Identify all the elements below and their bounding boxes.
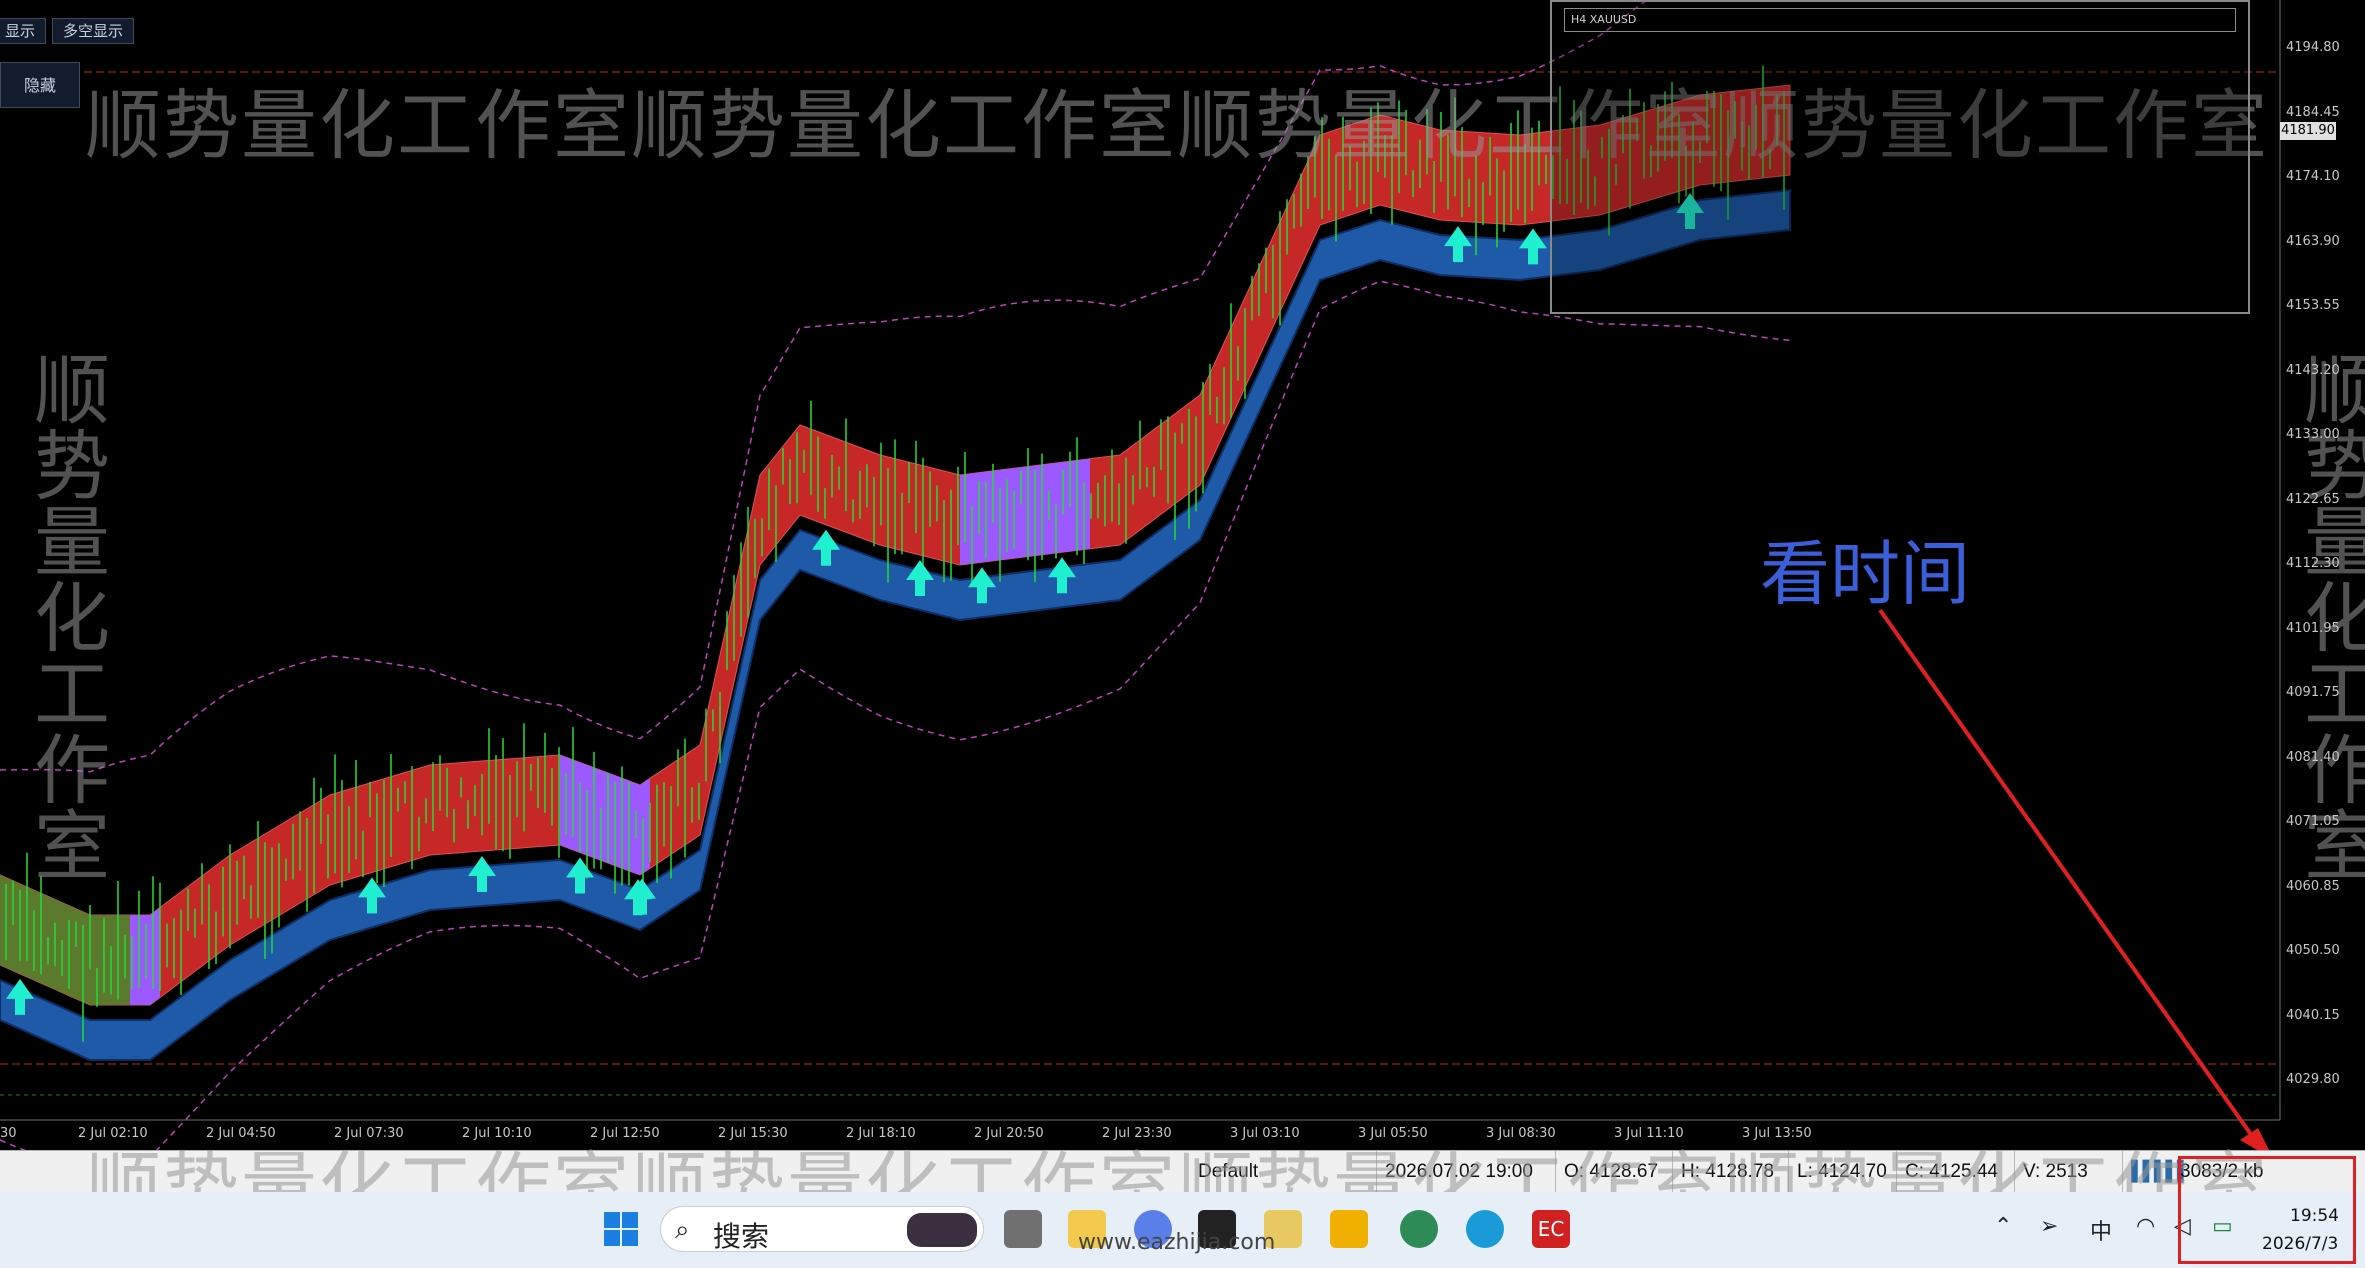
volume: V: 2513 (2014, 1151, 2124, 1193)
search-label: 搜索 (713, 1220, 770, 1253)
time-tick-label: 3 Jul 03:10 (1230, 1126, 1300, 1141)
profile-name: Default (1198, 1161, 1259, 1182)
search-highlight-image (907, 1213, 977, 1247)
send-icon[interactable]: ➢ (2040, 1214, 2058, 1239)
price-tick-label: 4133.00 (2286, 427, 2340, 442)
time-tick-label: 2 Jul 12:50 (590, 1126, 660, 1141)
price-tick-label: 4060.85 (2286, 878, 2340, 894)
input-method-indicator[interactable]: 中 (2090, 1214, 2112, 1246)
price-tick-label: 4122.65 (2286, 491, 2340, 507)
annotation-arrow-line (1878, 608, 2264, 1150)
price-tick-label: 4071.05 (2286, 814, 2340, 829)
upper-envelope (0, 0, 1648, 773)
connection-status-icon: ▌▌▌▌▌ (2122, 1151, 2190, 1193)
traffic-indicator: 3083/2 kb (2180, 1161, 2264, 1182)
time-tick-label: 2 Jul 23:30 (1102, 1126, 1172, 1141)
low-price: L: 4124.70 (1788, 1151, 1898, 1193)
price-tick-label: 4040.15 (2286, 1007, 2340, 1023)
price-tick-label: 4153.55 (2286, 298, 2340, 313)
wifi-icon[interactable]: ◠ (2136, 1214, 2155, 1239)
time-tick-label: 2 Jul 04:50 (206, 1126, 276, 1141)
edge-icon[interactable] (1466, 1210, 1504, 1248)
display-button[interactable]: 显示 (0, 18, 47, 44)
time-tick-label: 30 (0, 1126, 17, 1141)
time-tick-label: 2 Jul 02:10 (78, 1126, 148, 1141)
annotation-arrow-head (2240, 1128, 2269, 1150)
price-tick-label: 4163.90 (2286, 233, 2340, 249)
time-tick-label: 3 Jul 08:30 (1486, 1126, 1556, 1141)
volume-icon[interactable]: ◁ (2174, 1214, 2191, 1239)
price-tick-label: 4194.80 (2286, 40, 2340, 55)
buy-band-segment (130, 907, 160, 1005)
time-tick-label: 2 Jul 15:30 (718, 1126, 788, 1141)
site-watermark: www.eazhijia.com (1078, 1230, 1276, 1255)
inset-title: H4 XAUUSD (1564, 8, 2236, 32)
ec-icon[interactable]: EC (1532, 1210, 1570, 1248)
price-tick-label: 4081.40 (2286, 749, 2340, 765)
battery-icon[interactable]: ▭ (2212, 1214, 2233, 1239)
clock-time[interactable]: 19:54 (2290, 1206, 2339, 1226)
long-short-display-button[interactable]: 多空显示 (52, 18, 135, 44)
time-tick-label: 3 Jul 13:50 (1742, 1126, 1812, 1141)
time-tick-label: 2 Jul 07:30 (334, 1126, 404, 1141)
price-tick-label: 4143.20 (2286, 362, 2340, 378)
chevron-up-icon[interactable]: ⌃ (1994, 1214, 2012, 1239)
high-price: H: 4128.78 (1672, 1151, 1790, 1193)
price-tick-label: 4091.75 (2286, 685, 2340, 700)
search-icon: ⌕ (675, 1215, 690, 1245)
metatrader5-icon[interactable] (1400, 1210, 1438, 1248)
price-tick-label: 4101.95 (2286, 620, 2340, 636)
status-bar: Default 2026.07.02 19:00 O: 4128.67 H: 4… (0, 1150, 2365, 1193)
close-price: C: 4125.44 (1896, 1151, 2016, 1193)
time-tick-label: 3 Jul 11:10 (1614, 1126, 1684, 1141)
annotation-label: 看时间 (1760, 533, 1970, 615)
price-tick-label: 4029.80 (2286, 1072, 2340, 1087)
time-tick-label: 2 Jul 18:10 (846, 1126, 916, 1141)
price-tick-label: 4174.10 (2286, 169, 2340, 184)
time-tick-label: 2 Jul 20:50 (974, 1126, 1044, 1141)
indicator-bands (0, 0, 1791, 1150)
hide-button[interactable]: 隐藏 (0, 62, 80, 108)
current-price-tag: 4181.90 (2280, 122, 2336, 140)
time-tick-label: 3 Jul 05:50 (1358, 1126, 1428, 1141)
taskbar-search[interactable]: ⌕ 搜索 (660, 1206, 984, 1253)
windows-start-icon[interactable] (602, 1210, 640, 1248)
price-tick-label: 4112.30 (2286, 556, 2340, 571)
mt4-icon[interactable] (1330, 1210, 1368, 1248)
task-view-icon[interactable] (1004, 1210, 1042, 1248)
taskbar: ⌕ 搜索 EC www.eazhijia.com ⌃ ➢ 中 ◠ ◁ ▭ 19:… (0, 1192, 2365, 1268)
price-tick-label: 4184.45 (2286, 104, 2340, 120)
lower-envelope (0, 280, 1791, 1150)
h4-inset-chart[interactable]: H4 XAUUSD (1550, 0, 2250, 314)
price-tick-label: 4050.50 (2286, 943, 2340, 958)
clock-date[interactable]: 2026/7/3 (2262, 1234, 2338, 1254)
price-chart[interactable]: 显示 多空显示 隐藏 顺势量化工作室顺势量化工作室顺势量化工作室顺势量化工作室 … (0, 0, 2365, 1150)
open-price: O: 4128.67 (1555, 1151, 1675, 1193)
bar-datetime: 2026.07.02 19:00 (1376, 1151, 1556, 1193)
time-tick-label: 2 Jul 10:10 (462, 1126, 532, 1141)
